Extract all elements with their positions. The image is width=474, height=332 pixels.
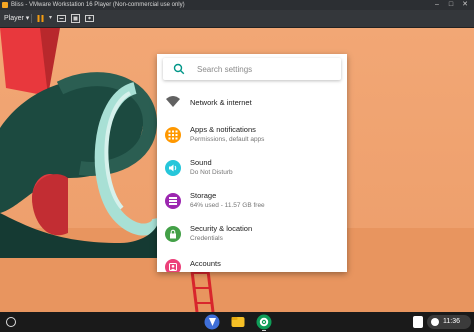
player-menu-button[interactable]: Player ▾ [4,13,29,24]
wifi-icon [166,96,180,107]
removable-devices-icon[interactable] [70,13,81,24]
document-icon[interactable] [413,316,423,328]
launcher-button[interactable] [6,317,16,327]
accounts-icon [165,259,181,272]
vmware-toolbar: Player ▾ ▾ [0,10,474,28]
storage-icon [165,193,181,209]
unity-mode-icon[interactable] [84,13,95,24]
shelf: 11:36 [0,312,474,332]
search-input[interactable] [197,62,332,76]
settings-item-sound[interactable]: Sound Do Not Disturb [157,152,347,184]
search-icon [173,63,185,75]
settings-item-title: Apps & notifications [190,125,256,134]
files-icon[interactable] [230,314,246,330]
toolbar-divider [31,14,32,23]
status-tray[interactable]: 11:36 [427,315,471,329]
clock: 11:36 [443,318,460,325]
settings-item-subtitle: Credentials [190,235,223,242]
player-menu-label: Player [4,15,24,22]
search-bar[interactable] [163,58,341,80]
settings-item-apps[interactable]: Apps & notifications Permissions, defaul… [157,119,347,151]
volume-icon [165,160,181,176]
settings-item-title: Storage [190,191,217,200]
pause-dropdown-icon[interactable]: ▾ [45,13,56,24]
settings-item-title: Network & internet [190,98,252,107]
settings-item-subtitle: Do Not Disturb [190,169,233,176]
settings-item-title: Sound [190,158,212,167]
vmware-title-bar: Bliss - VMware Workstation 16 Player (No… [0,0,474,10]
settings-item-subtitle: Permissions, default apps [190,136,265,143]
settings-item-accounts[interactable]: Accounts [157,251,347,272]
vmware-app-icon [2,2,8,8]
settings-item-title: Accounts [190,259,221,268]
apps-icon [165,127,181,143]
settings-item-subtitle: 64% used - 11.57 GB free [190,202,265,209]
settings-panel: Network & internet Apps & notifications … [157,54,347,272]
play-store-icon[interactable] [204,314,220,330]
lock-icon [165,226,181,242]
maximize-icon[interactable]: □ [444,0,458,10]
settings-item-security[interactable]: Security & location Credentials [157,218,347,250]
close-icon[interactable]: ✕ [458,0,472,10]
minimize-icon[interactable]: – [430,0,444,10]
desktop-wallpaper: Network & internet Apps & notifications … [0,28,474,312]
settings-item-storage[interactable]: Storage 64% used - 11.57 GB free [157,185,347,217]
settings-item-title: Security & location [190,224,253,233]
status-wifi-icon [431,318,439,326]
settings-gear-icon[interactable] [256,314,272,330]
send-ctrl-alt-del-icon[interactable] [56,13,67,24]
settings-item-network[interactable]: Network & internet [157,86,347,118]
active-app-indicator [262,330,266,331]
window-title: Bliss - VMware Workstation 16 Player (No… [11,2,185,8]
